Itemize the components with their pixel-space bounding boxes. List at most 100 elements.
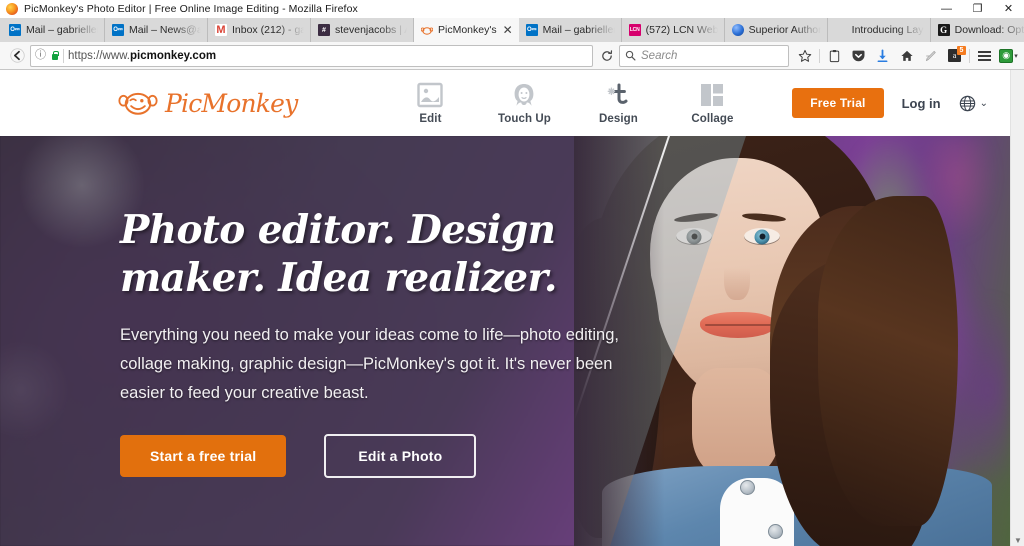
outlook-icon: [9, 24, 21, 36]
g-icon: G: [937, 24, 950, 36]
browser-tab[interactable]: # stevenjacobs | A: [311, 18, 414, 42]
hero-copy: Photo editor. Design maker. Idea realize…: [120, 206, 650, 478]
tab-label: stevenjacobs | A: [335, 24, 407, 36]
hero-headline-line1: Photo editor. Design: [120, 207, 556, 253]
page-info-icon[interactable]: ⓘ: [35, 50, 46, 61]
page-content: PicMonkey Edit Touch Up Design Collage F…: [0, 70, 1024, 546]
tab-label: Download: Optim: [954, 24, 1024, 36]
security-extension-icon[interactable]: ◉ ▾: [997, 45, 1020, 67]
gmail-icon: M: [215, 23, 227, 36]
downloads-icon[interactable]: [871, 45, 894, 67]
chevron-down-icon: ▾: [1014, 52, 1018, 60]
blank-icon: [835, 24, 847, 36]
browser-tab[interactable]: Introducing Layout f: [828, 18, 931, 42]
hero-section: Photo editor. Design maker. Idea realize…: [0, 136, 1024, 546]
nav-item-collage[interactable]: Collage: [684, 81, 740, 125]
browser-tab[interactable]: LCN (572) LCN Webm: [622, 18, 725, 42]
lcn-icon: LCN: [628, 24, 641, 36]
header-actions: Free Trial Log in ⌄: [792, 88, 1024, 118]
nav-item-touch-up[interactable]: Touch Up: [496, 81, 552, 125]
window-title: PicMonkey's Photo Editor | Free Online I…: [24, 3, 358, 15]
browser-tab[interactable]: Mail – gabriellen: [519, 18, 622, 42]
page-scrollbar[interactable]: ▼: [1010, 70, 1024, 546]
picmonkey-logo[interactable]: PicMonkey: [118, 88, 298, 118]
design-t-icon: [604, 81, 632, 109]
nav-item-design[interactable]: Design: [590, 81, 646, 125]
edit-a-photo-button[interactable]: Edit a Photo: [324, 434, 477, 478]
browser-tab[interactable]: G Download: Optim: [931, 18, 1024, 42]
tab-strip: Mail – gabriellen Mail – News@ag M Inbox…: [0, 18, 1024, 42]
divider: [63, 48, 64, 63]
url-domain: picmonkey.com: [130, 49, 217, 62]
globe-icon: [959, 95, 976, 112]
amazon-assistant-icon[interactable]: a 5: [943, 45, 966, 67]
monkey-face-icon: [118, 90, 158, 116]
browser-tab[interactable]: Superior Author: [725, 18, 828, 42]
url-text: https://www.picmonkey.com: [68, 50, 216, 62]
photo-icon: [416, 81, 444, 109]
pocket-icon[interactable]: [847, 45, 870, 67]
outlook-icon: [525, 24, 538, 36]
reload-button[interactable]: [595, 45, 619, 67]
toolbar-icons: a 5 ◉ ▾: [793, 45, 1020, 67]
login-link[interactable]: Log in: [902, 96, 941, 111]
minimize-button[interactable]: —: [931, 0, 962, 18]
browser-toolbar: ⓘ https://www.picmonkey.com Search a 5 ◉…: [0, 42, 1024, 70]
tab-label: Inbox (212) - gab: [232, 24, 304, 36]
search-placeholder: Search: [641, 49, 678, 62]
downloads-badge: 5: [957, 45, 966, 55]
language-selector[interactable]: ⌄: [959, 95, 988, 112]
nav-label: Collage: [691, 113, 734, 125]
maximize-button[interactable]: ❐: [962, 0, 993, 18]
tab-label: PicMonkey's: [438, 24, 497, 36]
browser-tab[interactable]: Mail – News@ag: [105, 18, 208, 42]
tab-label: Mail – gabriellen: [542, 24, 615, 36]
window-titlebar: PicMonkey's Photo Editor | Free Online I…: [0, 0, 1024, 18]
face-icon: [510, 81, 538, 109]
nav-label: Edit: [419, 113, 442, 125]
search-bar[interactable]: Search: [619, 44, 789, 67]
tab-label: Mail – News@ag: [129, 24, 201, 36]
blue-orb-icon: [731, 24, 744, 36]
chevron-down-icon: ⌄: [979, 97, 988, 109]
nav-label: Touch Up: [497, 113, 551, 125]
site-nav: Edit Touch Up Design Collage: [402, 81, 740, 125]
tab-label: (572) LCN Webm: [645, 24, 718, 36]
firefox-logo-icon: [6, 3, 18, 15]
tab-label: Superior Author: [748, 24, 821, 36]
scroll-down-arrow-icon[interactable]: ▼: [1011, 537, 1024, 545]
hero-headline-line2: maker. Idea realizer.: [120, 255, 557, 301]
menu-hamburger-icon[interactable]: [973, 45, 996, 67]
nav-item-edit[interactable]: Edit: [402, 81, 458, 125]
collage-grid-icon: [698, 81, 726, 109]
divider: [819, 48, 820, 63]
back-button[interactable]: [4, 45, 30, 67]
picmonkey-icon: [421, 24, 433, 36]
close-button[interactable]: ✕: [993, 0, 1024, 18]
tab-label: Introducing Layout f: [851, 24, 924, 36]
hero-headline: Photo editor. Design maker. Idea realize…: [120, 206, 650, 302]
start-free-trial-button[interactable]: Start a free trial: [120, 435, 287, 477]
nav-label: Design: [598, 113, 638, 125]
browser-tab[interactable]: Mail – gabriellen: [2, 18, 105, 42]
url-prefix: https://www.: [68, 49, 130, 62]
site-header: PicMonkey Edit Touch Up Design Collage F…: [0, 70, 1024, 136]
lock-icon: [50, 50, 59, 61]
hero-subcopy: Everything you need to make your ideas c…: [120, 326, 619, 402]
divider: [969, 48, 970, 63]
pencil-icon[interactable]: [919, 45, 942, 67]
window-controls: — ❐ ✕: [931, 0, 1024, 18]
brand-name: PicMonkey: [165, 88, 298, 118]
browser-tab[interactable]: M Inbox (212) - gab: [208, 18, 311, 42]
free-trial-button[interactable]: Free Trial: [792, 88, 884, 118]
browser-tab-active[interactable]: PicMonkey's ✕: [414, 18, 519, 42]
tab-label: Mail – gabriellen: [26, 24, 98, 36]
tab-close-icon[interactable]: ✕: [503, 24, 513, 36]
address-bar[interactable]: ⓘ https://www.picmonkey.com: [30, 44, 593, 67]
hero-cta-row: Start a free trial Edit a Photo: [120, 434, 650, 478]
hash-icon: #: [318, 24, 330, 36]
search-icon: [625, 50, 636, 61]
library-icon[interactable]: [823, 45, 846, 67]
home-icon[interactable]: [895, 45, 918, 67]
bookmark-star-icon[interactable]: [793, 45, 816, 67]
